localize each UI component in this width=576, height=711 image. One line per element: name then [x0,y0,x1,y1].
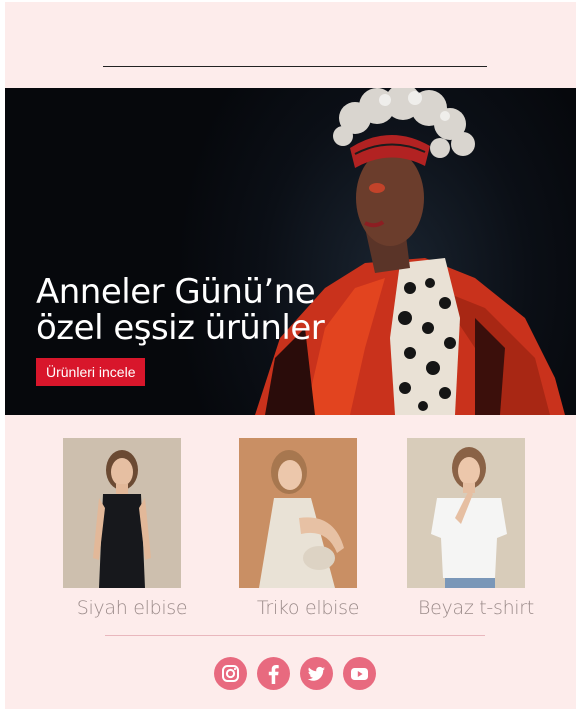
header-divider [103,66,487,67]
product-image-knit-dress[interactable] [239,438,357,588]
youtube-icon[interactable] [343,657,376,690]
instagram-icon[interactable] [214,657,247,690]
twitter-icon[interactable] [300,657,333,690]
hero-title-line-1: Anneler Günü’ne [36,272,316,312]
facebook-icon[interactable] [257,657,290,690]
hero-title-line-2: özel eşsiz ürünler [36,308,325,348]
product-label[interactable]: Beyaz t-shirt [386,597,566,619]
email-newsletter: Anneler Günü’ne özel eşsiz ürünler Ürünl… [5,2,576,709]
shop-products-button[interactable]: Ürünleri incele [36,358,146,386]
product-label[interactable]: Triko elbise [218,597,398,619]
footer-divider [105,635,485,636]
product-label[interactable]: Siyah elbise [42,597,222,619]
hero-banner[interactable]: Anneler Günü’ne özel eşsiz ürünler Ürünl… [5,88,576,415]
email-frame: Anneler Günü’ne özel eşsiz ürünler Ürünl… [0,0,576,711]
hero-title: Anneler Günü’ne özel eşsiz ürünler [36,274,396,346]
product-image-black-dress[interactable] [63,438,181,588]
product-grid: Siyah elbise Triko elbise Beyaz t-shirt [5,438,576,628]
product-image-white-tshirt[interactable] [407,438,525,588]
